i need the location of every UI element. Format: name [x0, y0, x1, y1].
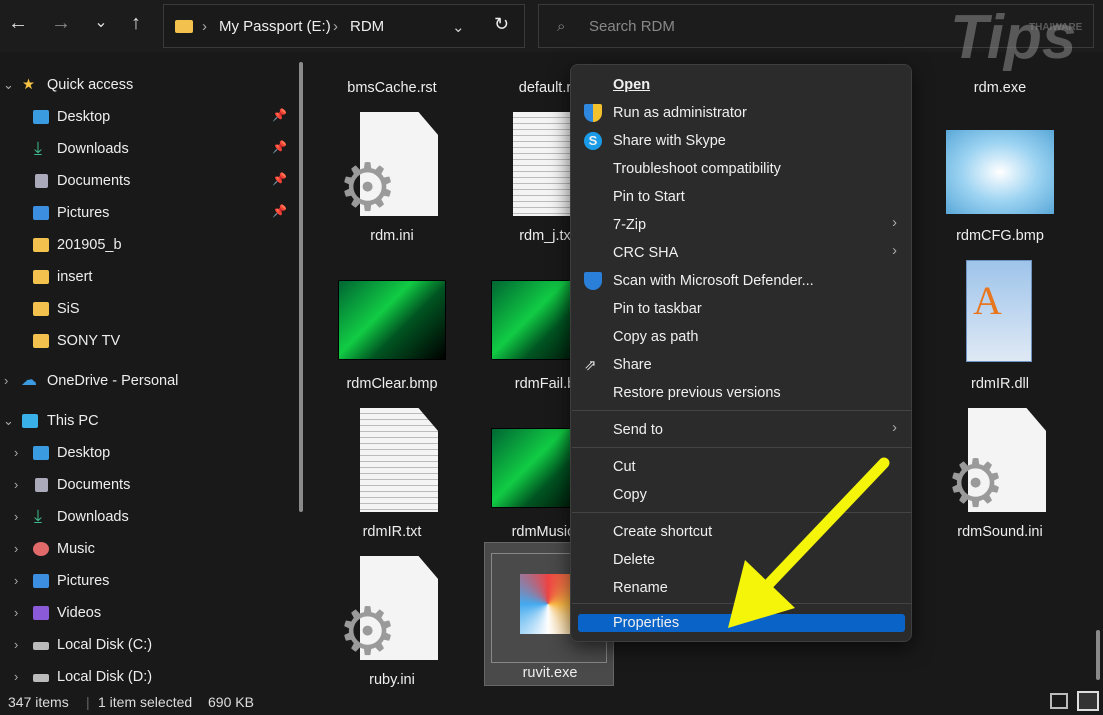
annotation-arrow: [728, 457, 890, 628]
status-bar: 347 items | 1 item selected 690 KB: [0, 688, 1103, 715]
details-view-button[interactable]: [1050, 693, 1068, 709]
large-icons-view-button[interactable]: [1077, 691, 1099, 711]
item-count: 347 items: [8, 694, 69, 710]
selection-size: 690 KB: [208, 694, 254, 710]
selection-count: 1 item selected: [98, 694, 193, 710]
